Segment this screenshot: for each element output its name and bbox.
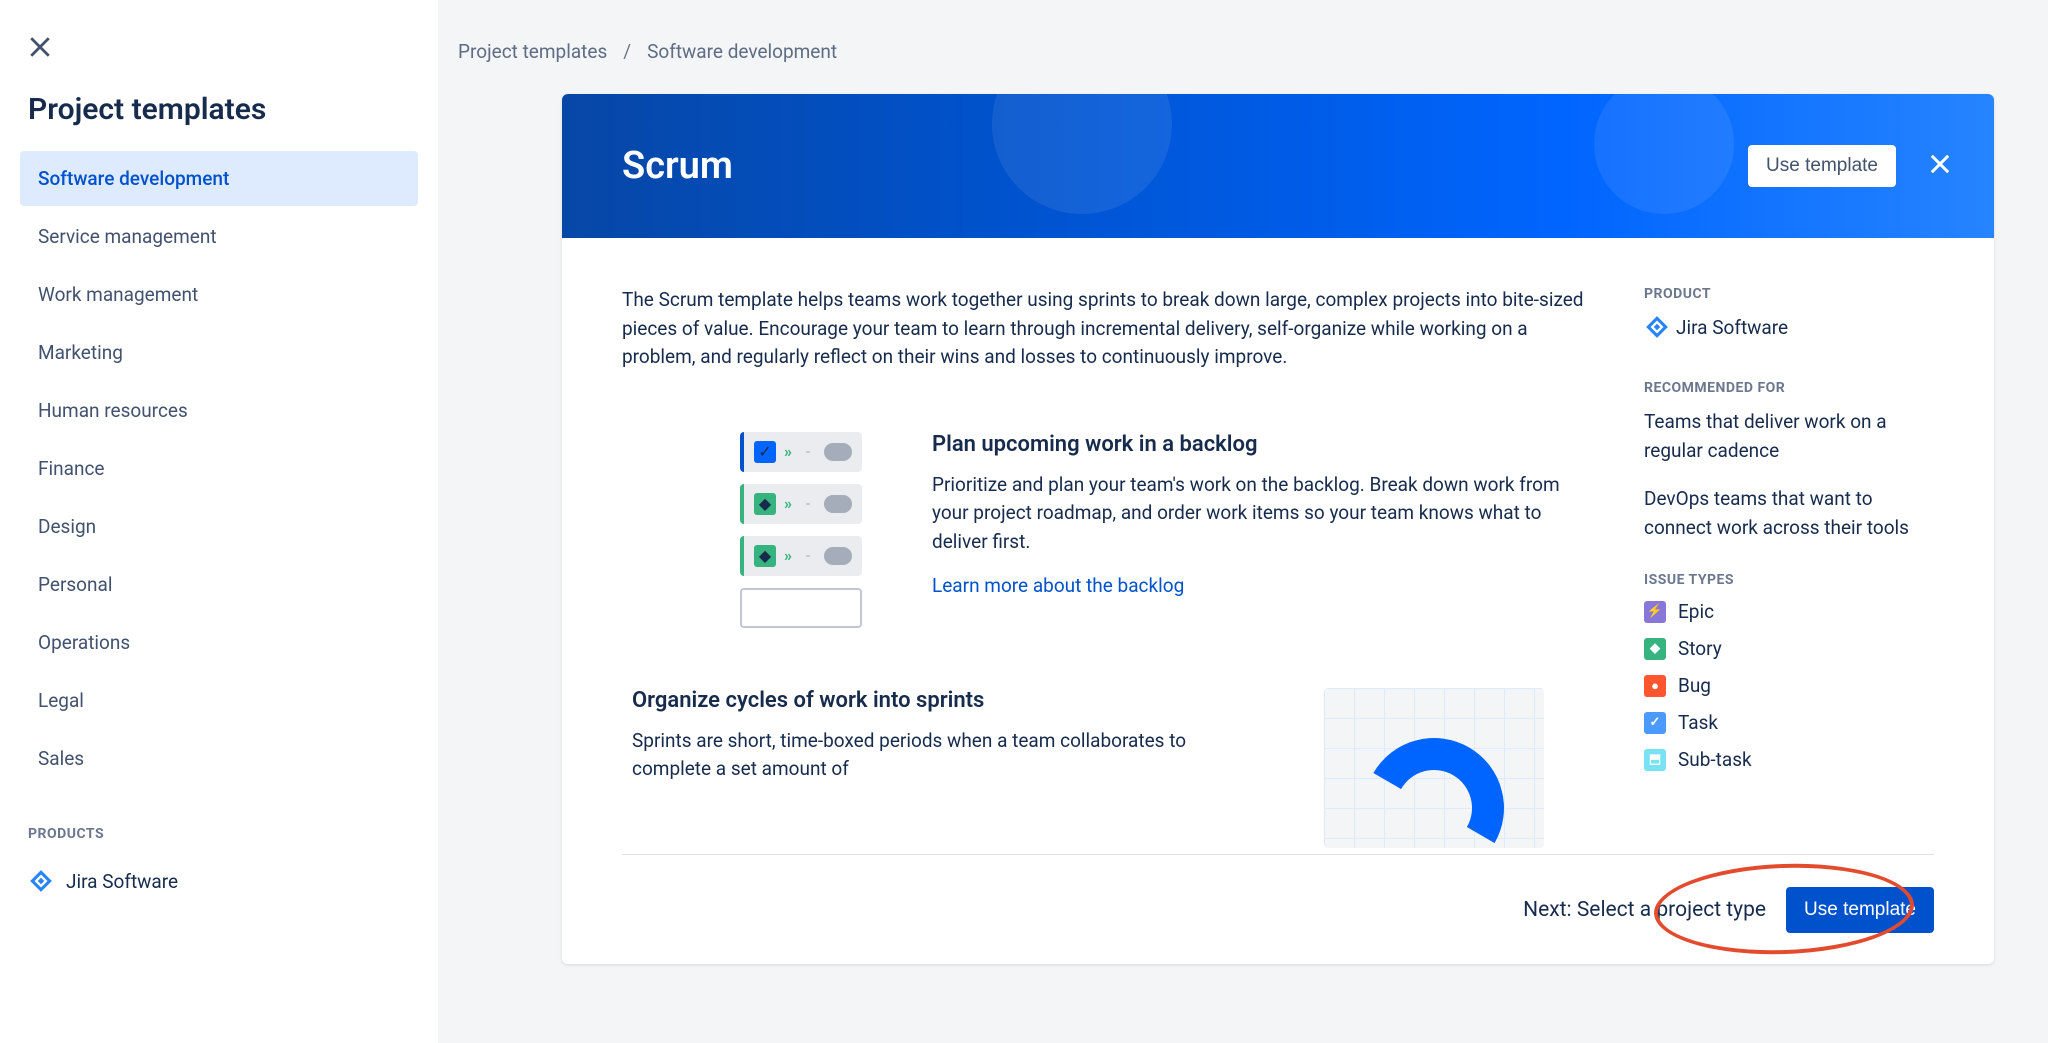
next-step-text: Next: Select a project type <box>1523 898 1766 922</box>
breadcrumb-software-development[interactable]: Software development <box>647 40 837 63</box>
learn-more-backlog-link[interactable]: Learn more about the backlog <box>932 574 1184 597</box>
sidebar-item-sales[interactable]: Sales <box>20 731 418 786</box>
product-label-heading: PRODUCT <box>1644 286 1934 302</box>
card-footer: Next: Select a project type Use template <box>622 854 1934 964</box>
sidebar-item-service-management[interactable]: Service management <box>20 209 418 264</box>
feature-backlog-body: Prioritize and plan your team's work on … <box>932 471 1594 557</box>
product-name: Jira Software <box>1676 316 1788 339</box>
sidebar-item-design[interactable]: Design <box>20 499 418 554</box>
sprint-illustration <box>1324 688 1544 848</box>
products-section-label: PRODUCTS <box>28 826 418 842</box>
sidebar-item-personal[interactable]: Personal <box>20 557 418 612</box>
sidebar-item-software-development[interactable]: Software development <box>20 151 418 206</box>
product-jira-software[interactable]: Jira Software <box>20 858 418 904</box>
use-template-button-top[interactable]: Use template <box>1748 145 1896 187</box>
feature-sprints: Organize cycles of work into sprints Spr… <box>622 688 1594 848</box>
sidebar-title: Project templates <box>28 92 418 127</box>
product-name-row: Jira Software <box>1644 314 1934 340</box>
breadcrumb-project-templates[interactable]: Project templates <box>458 40 607 63</box>
sidebar: Project templates Software development S… <box>0 0 438 1043</box>
template-intro: The Scrum template helps teams work toge… <box>622 286 1594 372</box>
issue-types-label-heading: ISSUE TYPES <box>1644 572 1934 588</box>
jira-icon <box>1644 314 1670 340</box>
issue-type-epic: ⚡Epic <box>1644 600 1934 623</box>
issue-type-subtask: ⬒Sub-task <box>1644 748 1934 771</box>
sidebar-item-operations[interactable]: Operations <box>20 615 418 670</box>
sidebar-item-legal[interactable]: Legal <box>20 673 418 728</box>
feature-sprints-body: Sprints are short, time-boxed periods wh… <box>632 727 1254 784</box>
sidebar-item-work-management[interactable]: Work management <box>20 267 418 322</box>
hero-banner: Scrum Use template <box>562 94 1994 238</box>
close-icon[interactable] <box>25 32 55 62</box>
close-icon[interactable] <box>1926 150 1954 182</box>
template-card: Scrum Use template The Scrum template he… <box>562 94 1994 964</box>
jira-icon <box>28 868 54 894</box>
feature-sprints-title: Organize cycles of work into sprints <box>632 688 1254 713</box>
task-icon: ✓ <box>1644 712 1666 734</box>
sidebar-item-marketing[interactable]: Marketing <box>20 325 418 380</box>
recommended-item: DevOps teams that want to connect work a… <box>1644 485 1934 542</box>
issue-type-task: ✓Task <box>1644 711 1934 734</box>
use-template-button-bottom[interactable]: Use template <box>1786 887 1934 933</box>
backlog-illustration: ✓» ◆» ◆» <box>622 432 862 628</box>
epic-icon: ⚡ <box>1644 601 1666 623</box>
product-label: Jira Software <box>66 870 178 893</box>
sidebar-item-finance[interactable]: Finance <box>20 441 418 496</box>
main: Project templates / Software development… <box>438 0 2048 1043</box>
subtask-icon: ⬒ <box>1644 749 1666 771</box>
issue-type-story: ◆Story <box>1644 637 1934 660</box>
story-icon: ◆ <box>1644 638 1666 660</box>
breadcrumb: Project templates / Software development <box>438 0 2048 63</box>
recommended-item: Teams that deliver work on a regular cad… <box>1644 408 1934 465</box>
issue-type-bug: ●Bug <box>1644 674 1934 697</box>
meta-column: PRODUCT Jira Software RECOMMENDED FOR Te… <box>1644 286 1934 864</box>
bug-icon: ● <box>1644 675 1666 697</box>
recommended-label-heading: RECOMMENDED FOR <box>1644 380 1934 396</box>
feature-backlog-title: Plan upcoming work in a backlog <box>932 432 1594 457</box>
card-body: The Scrum template helps teams work toge… <box>562 238 1994 864</box>
feature-backlog: ✓» ◆» ◆» Plan upcoming work in a backlog… <box>622 432 1594 628</box>
template-title: Scrum <box>622 144 733 188</box>
sidebar-item-human-resources[interactable]: Human resources <box>20 383 418 438</box>
breadcrumb-separator: / <box>623 40 631 63</box>
